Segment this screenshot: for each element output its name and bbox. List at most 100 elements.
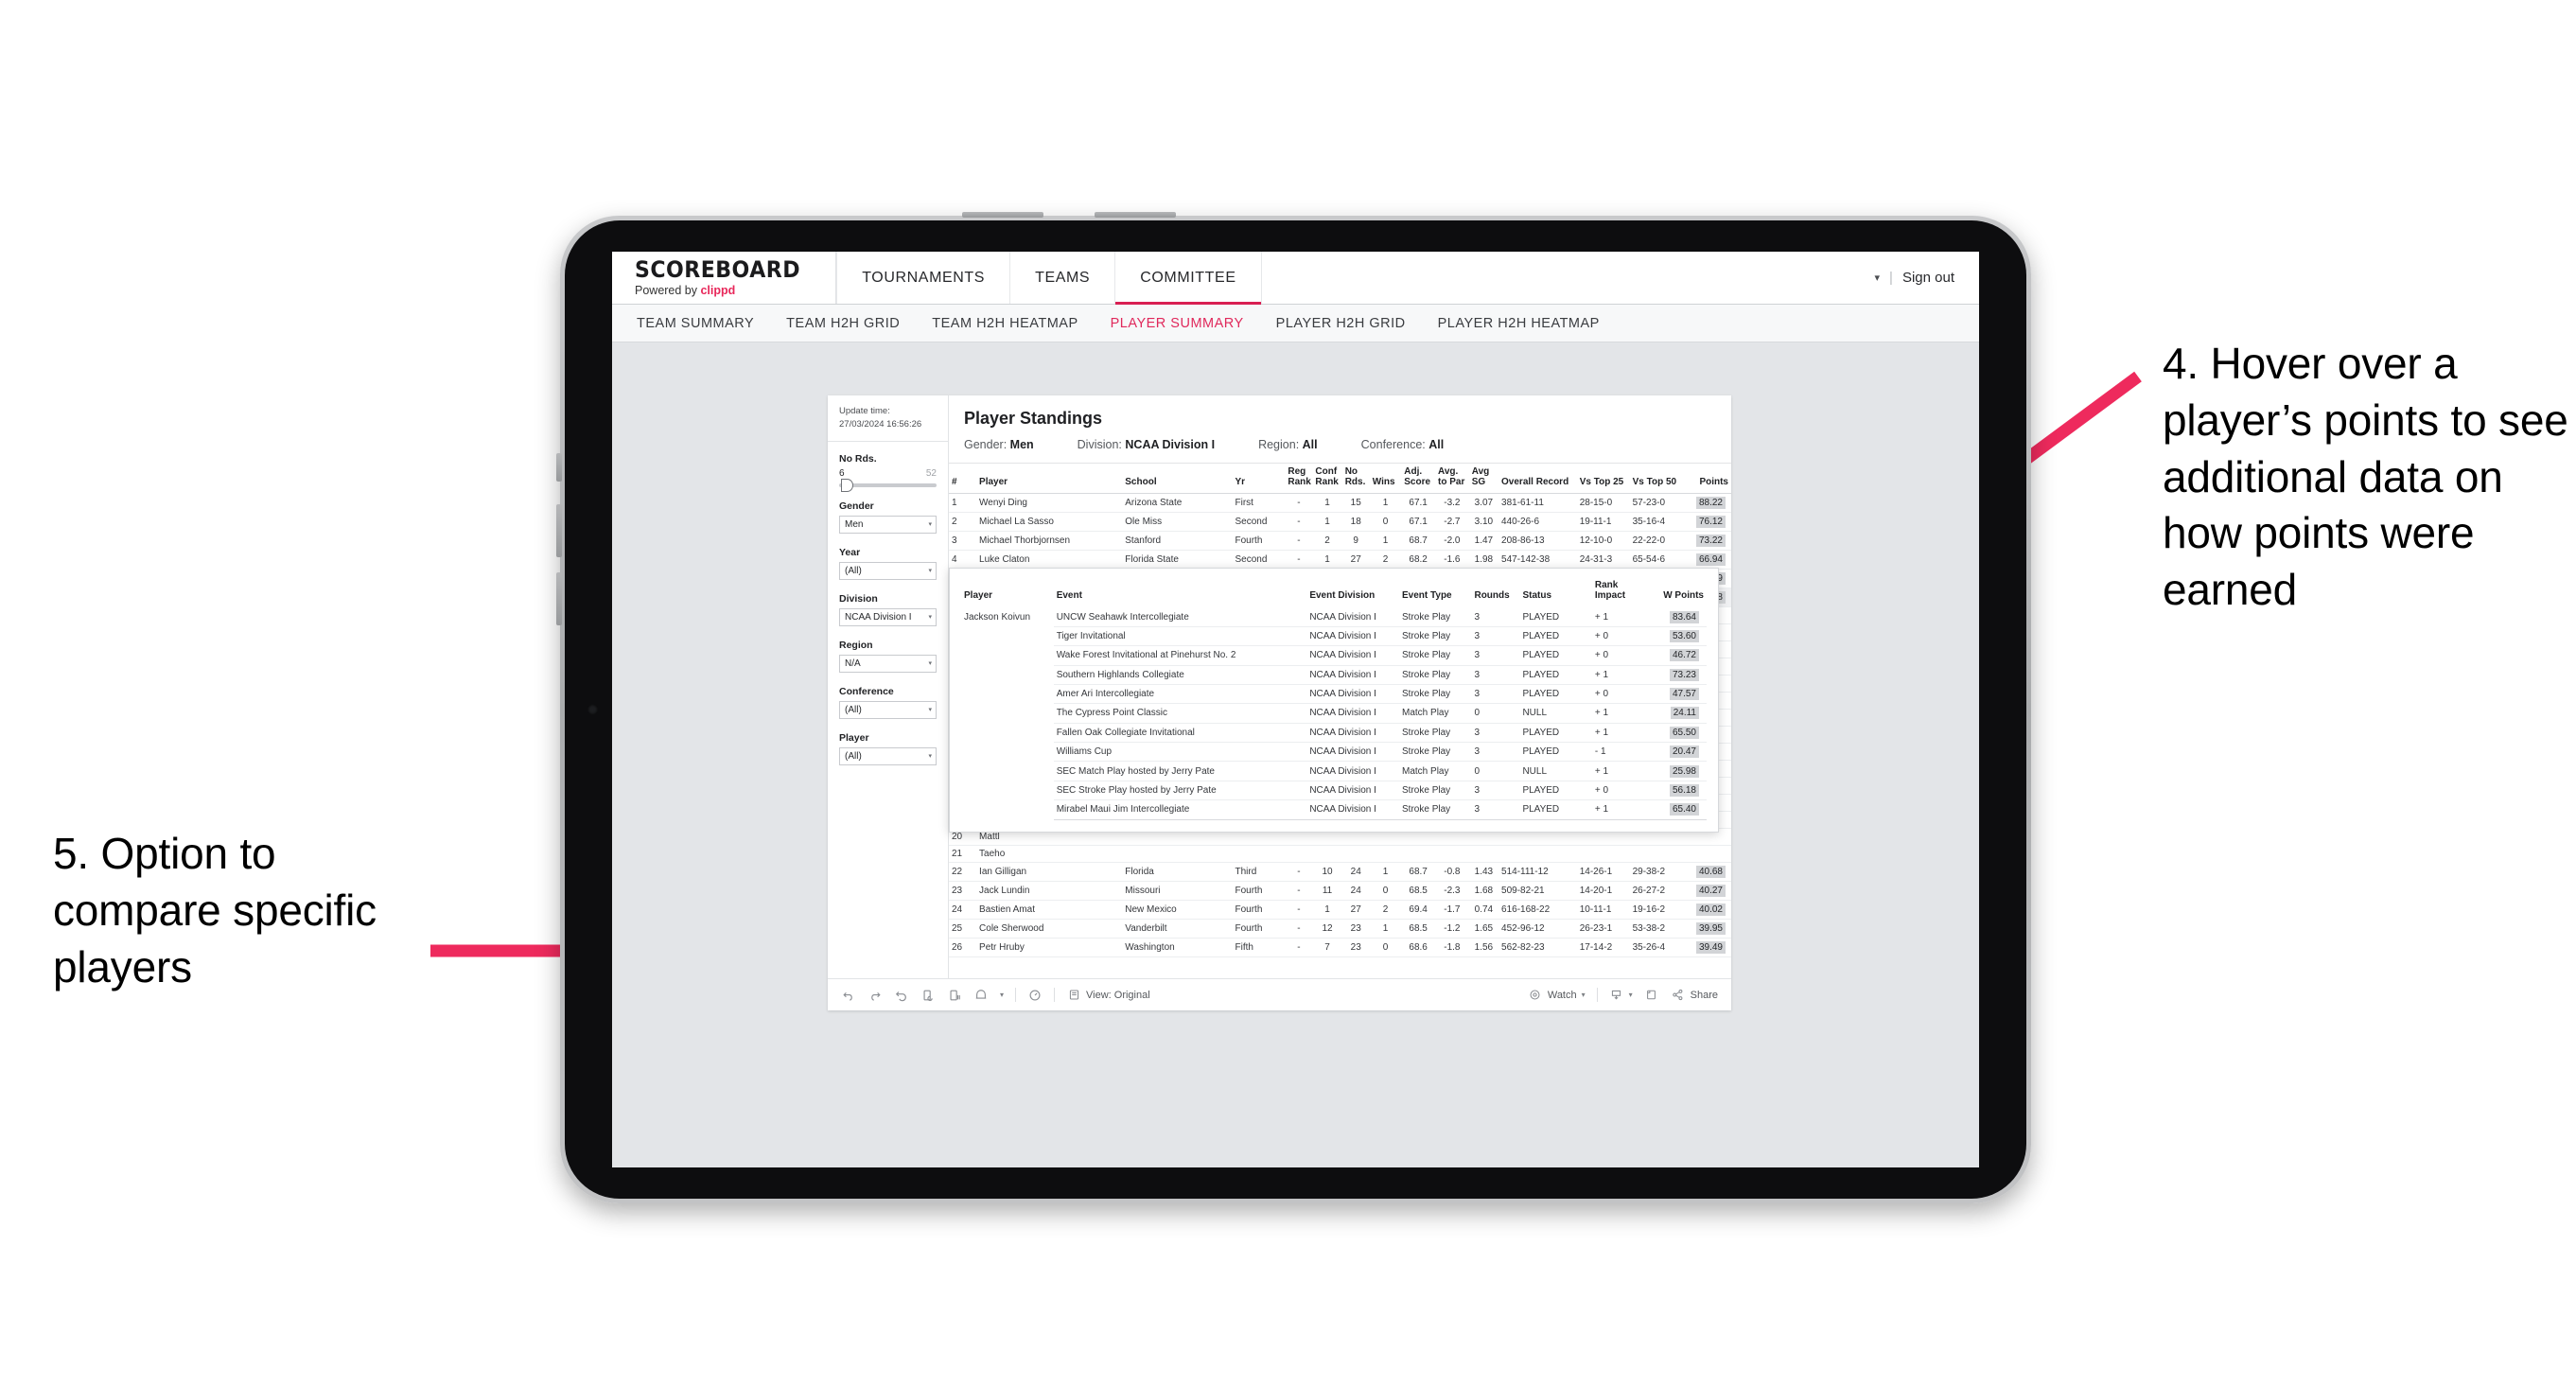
cell-points[interactable]: 88.22 — [1682, 493, 1731, 514]
tt-player — [961, 762, 1054, 781]
cell-yr: Fourth — [1232, 919, 1286, 939]
cell-points[interactable] — [1682, 845, 1731, 864]
table-row[interactable]: 23 Jack Lundin Missouri Fourth -11 24 0 68.5 -2.… — [949, 881, 1731, 902]
cell-sg: 3.10 — [1468, 512, 1499, 533]
table-row[interactable]: 22 Ian Gilligan Florida Third -10 24 1 68.7 -0.8… — [949, 862, 1731, 883]
cell-yr: Second — [1232, 550, 1286, 570]
cell-reg: - — [1285, 531, 1313, 552]
filter-conference-select[interactable]: (All) ▾ — [839, 700, 937, 719]
fullscreen-icon[interactable] — [1644, 988, 1659, 1003]
tt-wpoints-value: 46.72 — [1669, 649, 1699, 662]
standings-col-header[interactable]: Avg. to Par — [1435, 464, 1469, 495]
standings-col-header[interactable]: Reg Rank — [1285, 464, 1313, 495]
tt-wpoints-value: 83.64 — [1669, 610, 1699, 623]
watch-button[interactable]: Watch ▾ — [1528, 988, 1586, 1003]
table-row[interactable]: 24 Bastien Amat New Mexico Fourth -1 27 2 69.4-… — [949, 900, 1731, 921]
cell-points[interactable]: 40.68 — [1682, 862, 1731, 883]
cell-t25: 12-10-0 — [1576, 531, 1630, 552]
share-button[interactable]: Share — [1671, 988, 1718, 1003]
table-row[interactable]: 3 Michael Thorbjornsen Stanford Fourth -2 9 1 6… — [949, 531, 1731, 552]
chevron-down-icon[interactable]: ▾ — [1875, 272, 1881, 284]
view-icon — [1066, 988, 1081, 1003]
subnav-item-player-summary[interactable]: PLAYER SUMMARY — [1111, 316, 1244, 331]
alert-icon[interactable] — [973, 988, 989, 1003]
chevron-down-icon[interactable]: ▾ — [1000, 991, 1004, 999]
standings-col-header[interactable]: No Rds. — [1341, 464, 1370, 495]
tt-wpoints: 46.72 — [1644, 645, 1707, 666]
tt-division: NCAA Division I — [1306, 742, 1400, 763]
cell-record: 440-26-6 — [1498, 512, 1577, 533]
standings-col-header[interactable]: Adj. Score — [1401, 464, 1435, 495]
filter-region-select[interactable]: N/A ▾ — [839, 654, 937, 673]
tt-wpoints: 65.40 — [1644, 799, 1707, 820]
nav-item-tournaments[interactable]: TOURNAMENTS — [836, 252, 1011, 304]
tt-event: UNCW Seahawk Intercollegiate — [1053, 607, 1307, 627]
cell-wins: 1 — [1369, 531, 1402, 552]
filter-division-select[interactable]: NCAA Division I ▾ — [839, 607, 937, 626]
cell-points[interactable]: 40.02 — [1682, 900, 1731, 921]
viz-body: Update time: 27/03/2024 16:56:26 No Rds.… — [828, 395, 1731, 978]
refresh-icon[interactable] — [920, 988, 936, 1003]
standings-col-header[interactable]: # — [949, 464, 977, 495]
subnav-item-team-h2h-grid[interactable]: TEAM H2H GRID — [786, 316, 900, 331]
standings-col-header[interactable]: Yr — [1232, 464, 1286, 495]
standings-col-header[interactable]: Player — [976, 464, 1123, 495]
table-row[interactable]: 1 Wenyi Ding Arizona State First -1 15 1 67.1 -3… — [949, 493, 1731, 514]
revert-icon[interactable] — [894, 988, 909, 1003]
header-separator: | — [1889, 270, 1893, 286]
slider-handle[interactable] — [841, 478, 853, 492]
cell-points[interactable]: 39.95 — [1682, 919, 1731, 939]
cell-points[interactable]: 66.94 — [1682, 550, 1731, 570]
cell-points[interactable]: 40.27 — [1682, 881, 1731, 902]
tt-event: Southern Highlands Collegiate — [1053, 665, 1307, 685]
tooltip-row: Fallen Oak Collegiate Invitational NCAA D… — [961, 723, 1707, 744]
cell-points[interactable]: 73.22 — [1682, 531, 1731, 552]
subnav-item-team-summary[interactable]: TEAM SUMMARY — [637, 316, 754, 331]
meta-gender: Gender: Men — [964, 438, 1034, 451]
cell-t50: 26-27-2 — [1629, 881, 1683, 902]
no-rds-slider[interactable] — [839, 478, 937, 492]
standings-col-header[interactable]: Avg SG — [1468, 464, 1499, 495]
tt-player — [961, 743, 1054, 762]
subnav-item-team-h2h-heatmap[interactable]: TEAM H2H HEATMAP — [932, 316, 1078, 331]
nav-item-teams[interactable]: TEAMS — [1010, 252, 1116, 304]
filter-player-select[interactable]: (All) ▾ — [839, 746, 937, 765]
cell-points[interactable]: 39.49 — [1682, 938, 1731, 958]
performance-icon[interactable] — [1027, 988, 1043, 1003]
tt-rounds: 3 — [1471, 665, 1520, 685]
brand-logo[interactable]: SCOREBOARD Powered by clippd — [612, 252, 835, 304]
annotation-hover-points: 4. Hover over a player’s points to see a… — [2163, 339, 2568, 615]
subnav-item-player-h2h-heatmap[interactable]: PLAYER H2H HEATMAP — [1438, 316, 1600, 331]
table-row[interactable]: 2 Michael La Sasso Ole Miss Second -1 18 0 67.1… — [949, 512, 1731, 533]
points-tooltip: Player Event Event Division Event Type Round… — [949, 568, 1719, 833]
toolbar-separator-1 — [1015, 988, 1017, 1002]
pause-auto-updates-icon[interactable] — [947, 988, 962, 1003]
standings-col-header[interactable]: Overall Record — [1498, 464, 1577, 495]
sign-out-link[interactable]: Sign out — [1902, 270, 1954, 286]
standings-col-header[interactable]: School — [1122, 464, 1233, 495]
cell-points[interactable]: 76.12 — [1682, 512, 1731, 533]
filter-year-select[interactable]: (All) ▾ — [839, 561, 937, 580]
view-original-button[interactable]: View: Original — [1066, 988, 1150, 1003]
meta-conference-label: Conference: — [1360, 438, 1426, 451]
cell-player: Jack Lundin — [976, 881, 1123, 902]
filter-gender-select[interactable]: Men ▾ — [839, 515, 937, 534]
cell-player: Luke Claton — [976, 550, 1123, 570]
standings-col-header[interactable]: Vs Top 50 — [1629, 464, 1683, 495]
standings-col-header[interactable]: Wins — [1369, 464, 1402, 495]
table-row[interactable]: 21 Taeho — [949, 845, 1731, 864]
cell-player: Taeho — [976, 845, 1123, 864]
redo-icon[interactable] — [867, 988, 883, 1003]
subnav-item-player-h2h-grid[interactable]: PLAYER H2H GRID — [1276, 316, 1406, 331]
table-row[interactable]: 4 Luke Claton Florida State Second -1 27 2 68.2… — [949, 550, 1731, 570]
table-row[interactable]: 25 Cole Sherwood Vanderbilt Fourth -12 23 1 68.… — [949, 919, 1731, 939]
tt-rounds: 3 — [1471, 607, 1520, 627]
table-row[interactable]: 26 Petr Hruby Washington Fifth -7 23 0 68.6 -1.8… — [949, 938, 1731, 958]
download-button[interactable]: ▾ — [1609, 988, 1633, 1003]
nav-item-committee[interactable]: COMMITTEE — [1115, 252, 1262, 305]
standings-col-header[interactable]: Conf Rank — [1312, 464, 1342, 495]
tooltip-table: Player Event Event Division Event Type Round… — [961, 578, 1707, 820]
standings-col-header[interactable]: Vs Top 25 — [1576, 464, 1630, 495]
standings-col-header[interactable]: Points — [1682, 464, 1731, 495]
undo-icon[interactable] — [841, 988, 856, 1003]
